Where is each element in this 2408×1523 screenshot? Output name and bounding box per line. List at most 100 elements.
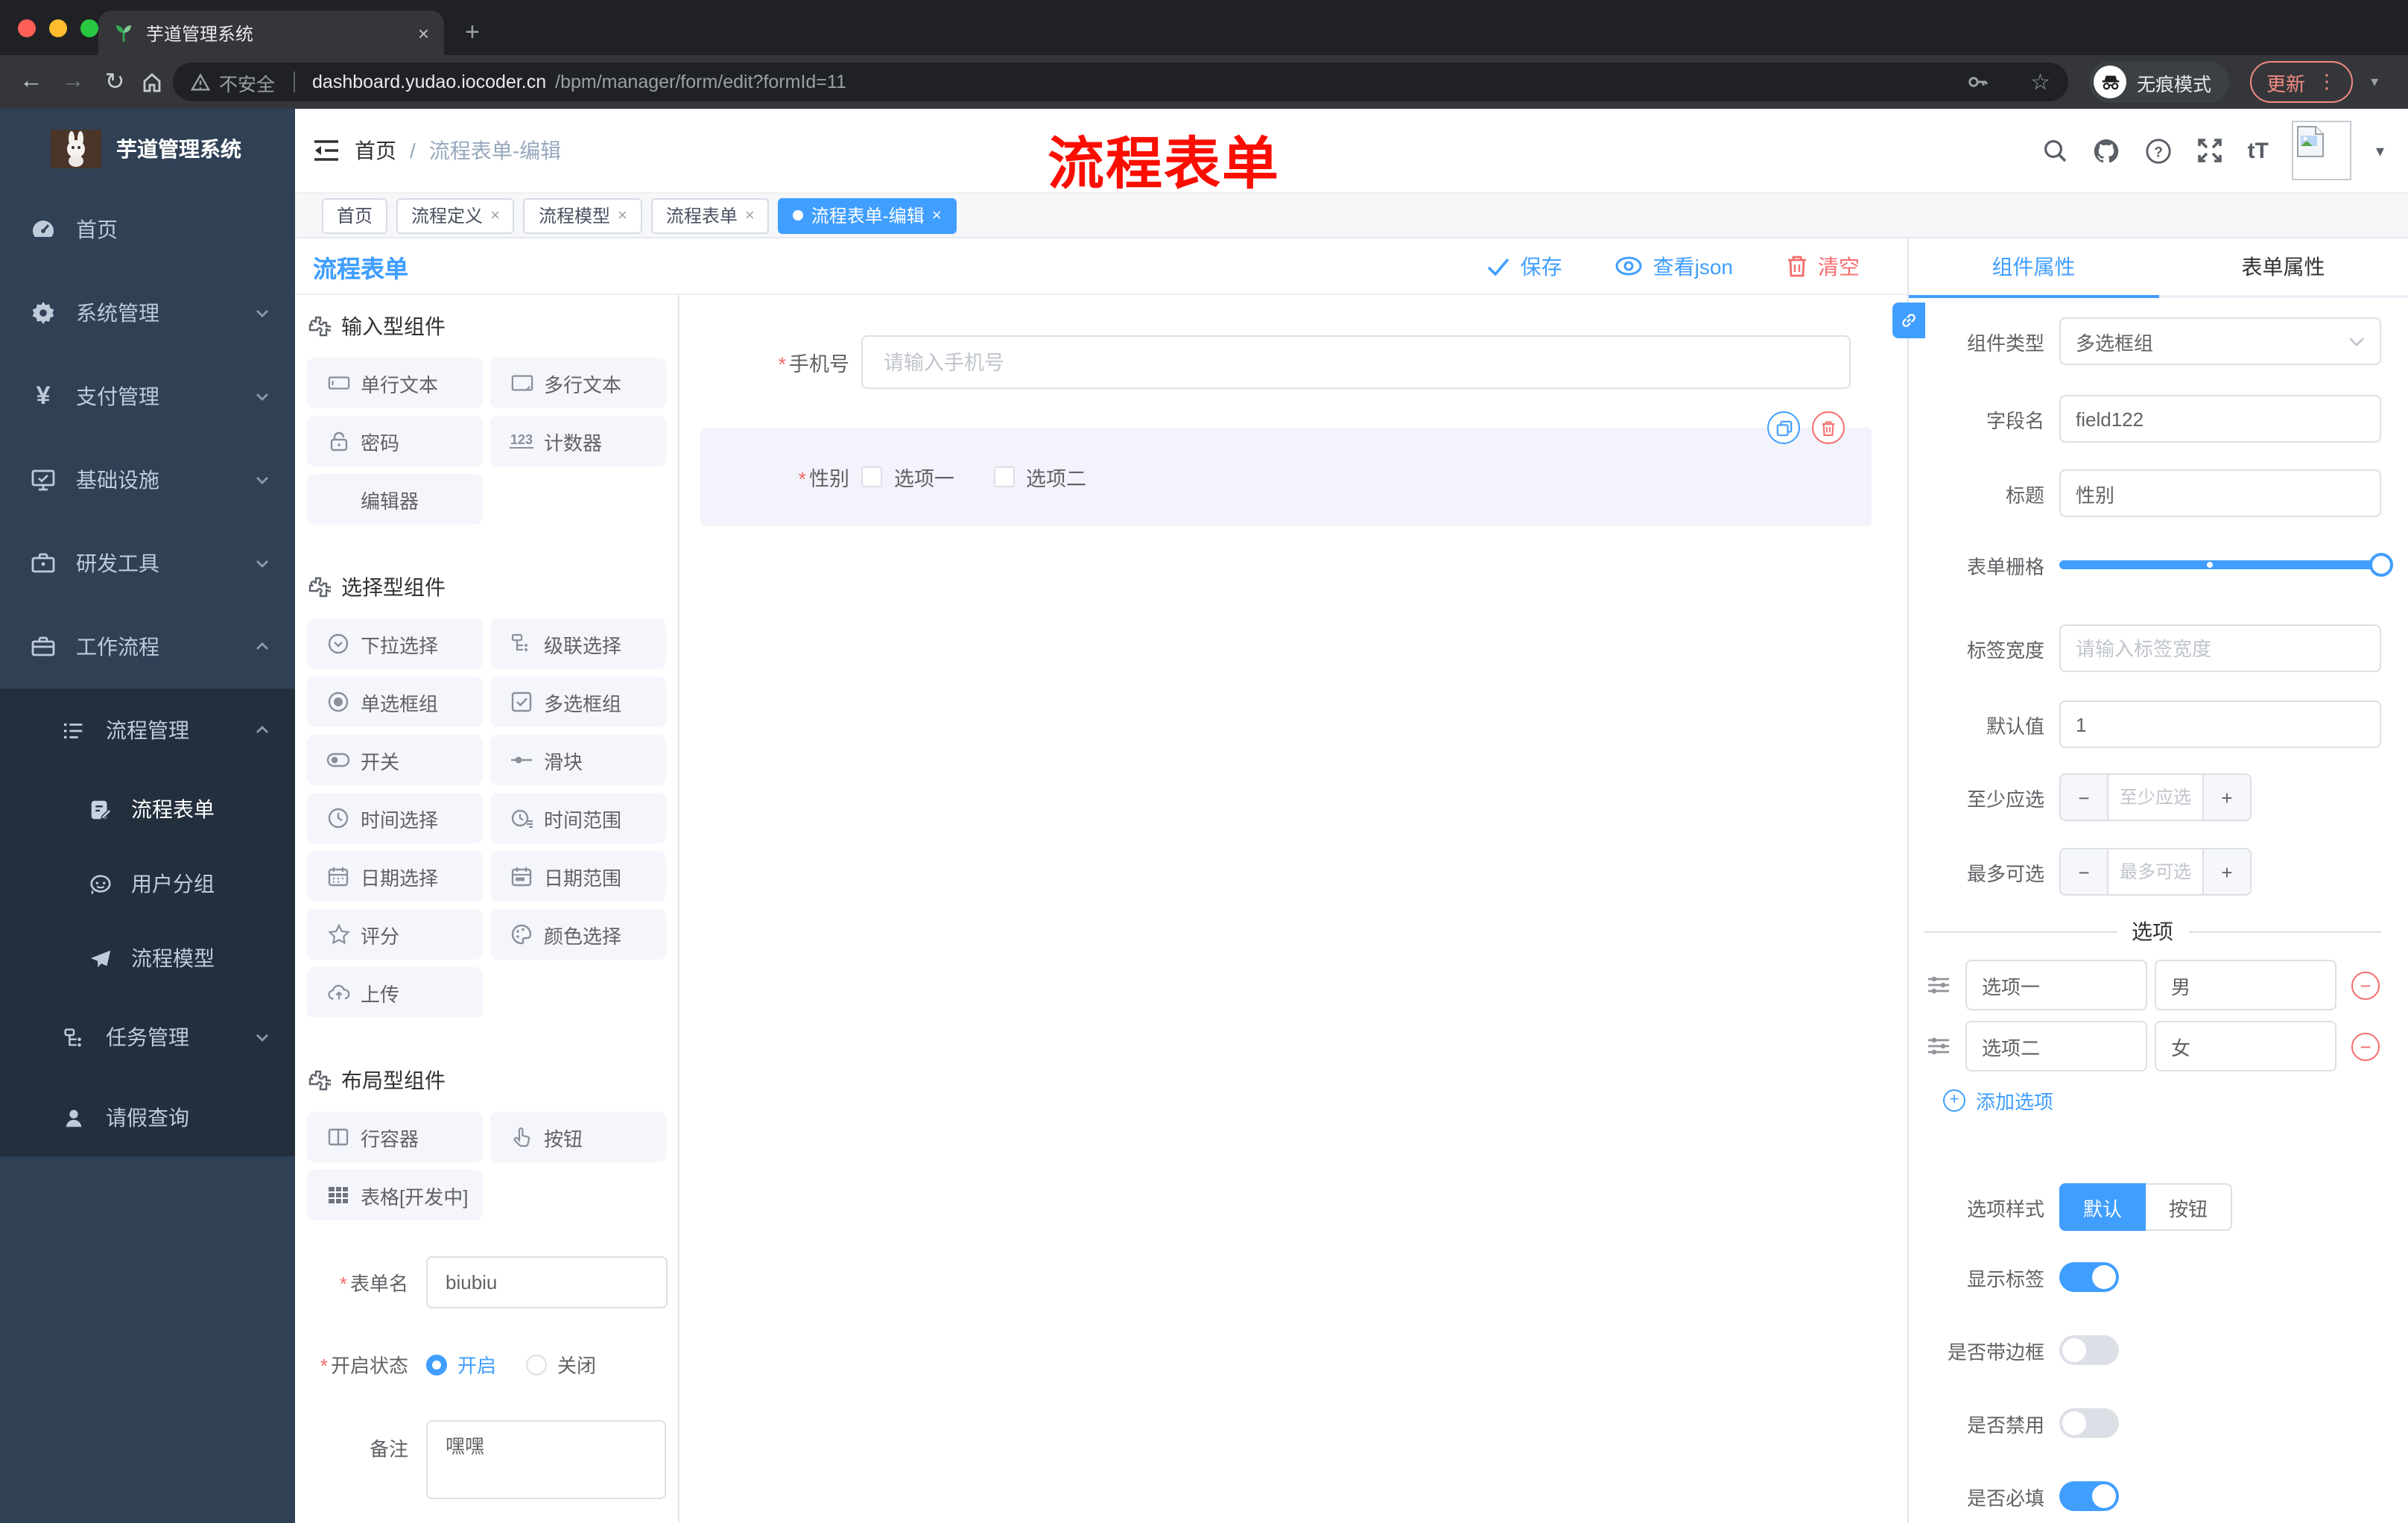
border-toggle[interactable] [2059,1335,2119,1365]
sidebar-item-user-groups[interactable]: 用户分组 [0,846,295,921]
reload-button[interactable]: ↻ [98,67,131,97]
option2-value-input[interactable] [2155,1021,2336,1071]
palette-item-multi-line-text[interactable]: 多行文本 [490,358,666,408]
drag-handle-icon[interactable] [1924,973,1954,997]
max-select-input[interactable] [2108,849,2202,894]
sidebar-item-process-model[interactable]: 流程模型 [0,921,295,995]
disabled-toggle[interactable] [2059,1408,2119,1438]
sidebar-item-infrastructure[interactable]: 基础设施 [0,438,295,522]
min-select-input[interactable] [2108,775,2202,820]
palette-item-radio-group[interactable]: 单选框组 [307,677,483,727]
label-width-input[interactable] [2059,624,2381,672]
sidebar-item-task-mgmt[interactable]: 任务管理 [0,995,295,1079]
palette-item-row-container[interactable]: 行容器 [307,1112,483,1162]
palette-item-select[interactable]: 下拉选择 [307,618,483,669]
style-default-button[interactable]: 默认 [2059,1183,2146,1231]
close-icon[interactable]: × [490,206,500,224]
palette-item-single-line-text[interactable]: 单行文本 [307,358,483,408]
font-size-icon[interactable]: tT [2248,138,2269,163]
form-canvas[interactable]: * 手机号 请输入手机号 * 性别 选项一 选项二 [679,295,1907,1523]
minus-button[interactable]: − [2061,849,2108,894]
sidebar-item-workflow[interactable]: 工作流程 [0,605,295,688]
palette-item-switch[interactable]: 开关 [307,735,483,785]
view-json-button[interactable]: 查看json [1616,251,1733,281]
delete-component-button[interactable] [1812,411,1845,444]
help-icon[interactable]: ? [2145,136,2173,165]
palette-item-button[interactable]: 按钮 [490,1112,666,1162]
fullscreen-icon[interactable] [2197,137,2224,164]
gender-field-selected[interactable]: * 性别 选项一 选项二 [700,411,1872,526]
option1-label-input[interactable] [1965,960,2147,1010]
close-window-button[interactable] [18,19,36,37]
minimize-window-button[interactable] [49,19,67,37]
home-button[interactable] [140,70,164,94]
palette-item-time-picker[interactable]: 时间选择 [307,793,483,843]
form-grid-slider[interactable] [2059,553,2393,577]
palette-item-counter[interactable]: 123 计数器 [490,416,666,466]
sidebar-item-devtools[interactable]: 研发工具 [0,522,295,605]
form-remark-textarea[interactable]: 嘿嘿 [426,1420,666,1499]
link-tab[interactable] [1892,303,1925,338]
github-icon[interactable] [2093,136,2121,165]
copy-component-button[interactable] [1767,411,1800,444]
tag-home[interactable]: 首页 [322,197,388,233]
phone-field[interactable]: * 手机号 [700,335,1872,389]
palette-item-cascader[interactable]: 级联选择 [490,618,666,669]
passkey-icon[interactable] [1965,70,1989,94]
palette-item-upload[interactable]: 上传 [307,967,483,1018]
plus-button[interactable]: + [2202,849,2250,894]
tag-process-model[interactable]: 流程模型 × [523,197,642,233]
update-browser-button[interactable]: 更新 ⋮ [2250,61,2354,103]
default-value-input[interactable] [2059,700,2381,748]
breadcrumb-home[interactable]: 首页 [355,136,396,165]
back-button[interactable]: ← [15,69,48,95]
palette-item-date-picker[interactable]: 日期选择 [307,851,483,902]
minus-button[interactable]: − [2061,775,2108,820]
tab-close-icon[interactable]: × [418,22,429,44]
address-bar[interactable]: 不安全 dashboard.yudao.iocoder.cn/bpm/manag… [173,63,2068,101]
browser-menu-icon[interactable]: ⋮ [2317,70,2336,94]
sidebar-item-home[interactable]: 首页 [0,188,295,271]
remove-option-button[interactable]: − [2351,1032,2380,1060]
collapse-sidebar-icon[interactable] [313,139,340,162]
remove-option-button[interactable]: − [2351,971,2380,999]
tag-process-form[interactable]: 流程表单 × [650,197,770,233]
palette-item-time-range[interactable]: 时间范围 [490,793,666,843]
plus-button[interactable]: + [2202,775,2250,820]
option1-value-input[interactable] [2155,960,2336,1010]
title-input[interactable] [2059,469,2381,517]
show-label-toggle[interactable] [2059,1262,2119,1292]
palette-item-editor[interactable]: 编辑器 [307,474,483,525]
style-button-button[interactable]: 按钮 [2146,1183,2232,1231]
tag-process-definition[interactable]: 流程定义 × [396,197,515,233]
drag-handle-icon[interactable] [1924,1034,1954,1058]
palette-item-slider[interactable]: 滑块 [490,735,666,785]
tab-form-props[interactable]: 表单属性 [2158,238,2408,295]
zoom-window-button[interactable] [80,19,98,37]
form-name-input[interactable] [426,1256,668,1308]
field-name-input[interactable] [2059,395,2381,443]
sidebar-item-process-form[interactable]: 流程表单 [0,772,295,846]
palette-item-password[interactable]: 密码 [307,416,483,466]
add-option-button[interactable]: + 添加选项 [1943,1086,2381,1115]
palette-item-checkbox-group[interactable]: 多选框组 [490,677,666,727]
bookmark-star-icon[interactable]: ☆ [2030,69,2050,95]
slider-handle[interactable] [2369,553,2393,577]
sidebar-item-leave-query[interactable]: 请假查询 [0,1079,295,1156]
search-icon[interactable] [2042,137,2069,164]
status-closed-radio[interactable]: 关闭 [526,1350,596,1378]
component-type-select[interactable]: 多选框组 [2059,317,2381,365]
close-icon[interactable]: × [745,206,755,224]
gender-option-1-checkbox[interactable]: 选项一 [861,462,954,492]
forward-button[interactable]: → [57,69,89,95]
tag-process-form-edit[interactable]: 流程表单-编辑 × [778,197,957,233]
save-button[interactable]: 保存 [1488,251,1562,281]
option2-label-input[interactable] [1965,1021,2147,1071]
new-tab-button[interactable]: + [465,18,480,48]
clear-button[interactable]: 清空 [1787,251,1860,281]
avatar[interactable] [2292,121,2352,180]
browser-tab[interactable]: 芋道管理系统 × [98,10,444,55]
sidebar-item-process-mgmt[interactable]: 流程管理 [0,688,295,772]
sidebar-item-payment[interactable]: ¥ 支付管理 [0,355,295,438]
palette-item-table[interactable]: 表格[开发中] [307,1170,483,1220]
